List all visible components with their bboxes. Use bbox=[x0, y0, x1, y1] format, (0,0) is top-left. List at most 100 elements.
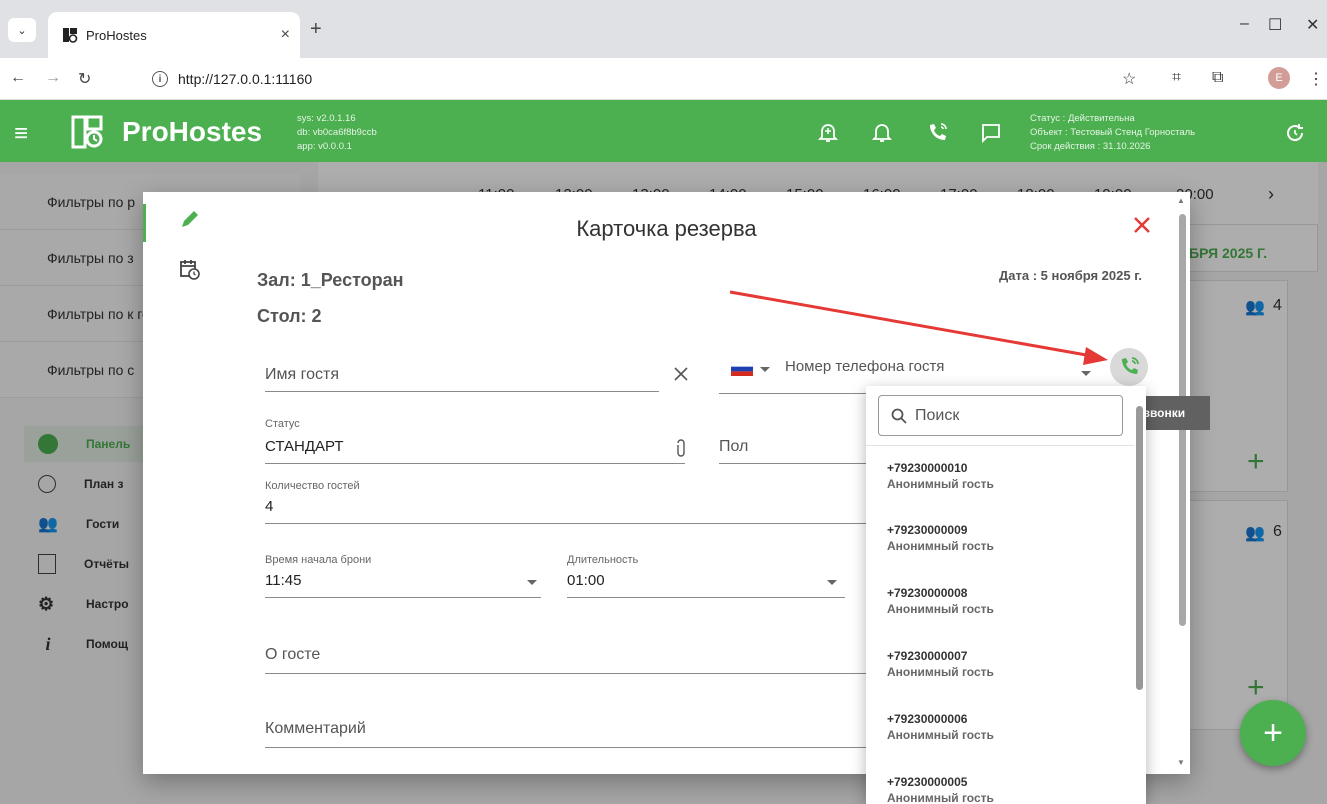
start-time-select[interactable]: Время начала брони 11:45 bbox=[265, 550, 541, 598]
duration-select[interactable]: Длительность 01:00 bbox=[567, 550, 845, 598]
comment-placeholder: Комментарий bbox=[265, 720, 366, 737]
scroll-up-icon[interactable]: ▲ bbox=[1177, 196, 1185, 205]
site-info-icon[interactable]: i bbox=[152, 71, 168, 87]
search-icon bbox=[891, 408, 907, 424]
search-placeholder: Поиск bbox=[915, 406, 960, 424]
list-item[interactable]: +79230000007 Анонимный гость bbox=[887, 648, 1127, 680]
url-text: http://127.0.0.1:11160 bbox=[178, 71, 313, 87]
about-guest-field[interactable]: О госте bbox=[265, 632, 885, 674]
refresh-icon[interactable] bbox=[1284, 122, 1306, 144]
browser-tab[interactable]: ProHostes × bbox=[48, 12, 300, 58]
start-time-label: Время начала брони bbox=[265, 554, 372, 566]
dropdown-search-input[interactable]: Поиск bbox=[878, 395, 1123, 436]
hall-label: Зал: 1_Ресторан bbox=[257, 270, 404, 290]
app-version: app: v0.0.0.1 bbox=[297, 141, 352, 152]
list-item[interactable]: +79230000006 Анонимный гость bbox=[887, 711, 1127, 743]
db-version: db: vb0ca6f8b9ccb bbox=[297, 127, 377, 138]
license-status: Статус : Действительна bbox=[1030, 113, 1135, 124]
modal-title: Карточка резерва bbox=[576, 216, 757, 241]
menu-icon[interactable]: ≡ bbox=[14, 120, 28, 148]
sys-version: sys: v2.0.1.16 bbox=[297, 113, 356, 124]
add-notification-icon[interactable] bbox=[818, 122, 838, 144]
new-tab-button[interactable]: + bbox=[310, 18, 322, 41]
call-history-button[interactable] bbox=[1110, 348, 1148, 386]
clear-icon[interactable] bbox=[673, 366, 689, 382]
scroll-down-icon[interactable]: ▼ bbox=[1177, 758, 1185, 767]
url-field[interactable]: i http://127.0.0.1:11160 bbox=[140, 64, 1150, 94]
notifications-icon[interactable] bbox=[872, 122, 892, 144]
reservation-date: Дата : 5 ноября 2025 г. bbox=[999, 268, 1142, 283]
chevron-down-icon[interactable] bbox=[827, 580, 837, 585]
phone-dropdown-caret-icon[interactable] bbox=[1081, 371, 1091, 376]
table-label: Стол: 2 bbox=[257, 306, 322, 326]
license-expiry: Срок действия : 31.10.2026 bbox=[1030, 141, 1151, 152]
guest-count-field[interactable]: Количество гостей 4 bbox=[265, 476, 885, 524]
item-name: Анонимный гость bbox=[887, 791, 994, 804]
maximize-icon[interactable]: ☐ bbox=[1268, 15, 1282, 35]
phone-placeholder: Номер телефона гостя bbox=[785, 358, 945, 375]
clipboard-icon[interactable] bbox=[675, 438, 687, 458]
guest-name-placeholder: Имя гостя bbox=[265, 366, 339, 383]
comment-field[interactable]: Комментарий bbox=[265, 706, 885, 748]
browser-tab-bar: ⌄ ProHostes × + – ☐ ✕ bbox=[0, 0, 1327, 58]
guest-count-label: Количество гостей bbox=[265, 480, 360, 492]
status-label: Статус bbox=[265, 418, 300, 430]
item-phone: +79230000005 bbox=[887, 775, 968, 789]
item-phone: +79230000006 bbox=[887, 712, 968, 726]
bookmark-star-icon[interactable]: ☆ bbox=[1122, 69, 1136, 89]
forward-icon[interactable]: → bbox=[45, 69, 61, 87]
close-window-icon[interactable]: ✕ bbox=[1306, 15, 1319, 35]
country-caret-icon[interactable] bbox=[760, 367, 770, 372]
item-phone: +79230000007 bbox=[887, 649, 968, 663]
item-phone: +79230000010 bbox=[887, 461, 968, 475]
calendar-clock-icon[interactable] bbox=[179, 258, 201, 280]
item-name: Анонимный гость bbox=[887, 728, 994, 742]
calls-icon[interactable] bbox=[926, 122, 948, 144]
start-time-value: 11:45 bbox=[265, 572, 302, 589]
close-tab-icon[interactable]: × bbox=[281, 26, 290, 44]
status-field[interactable]: Статус СТАНДАРТ bbox=[265, 416, 685, 464]
browser-menu-icon[interactable]: ⋮ bbox=[1308, 69, 1324, 89]
russia-flag-icon[interactable] bbox=[731, 362, 753, 376]
dropdown-scrollbar[interactable] bbox=[1136, 406, 1143, 690]
favicon-icon bbox=[63, 28, 78, 43]
list-item[interactable]: +79230000009 Анонимный гость bbox=[887, 522, 1127, 554]
duration-value: 01:00 bbox=[567, 572, 605, 589]
status-value: СТАНДАРТ bbox=[265, 438, 344, 455]
list-item[interactable]: +79230000005 Анонимный гость bbox=[887, 774, 1127, 804]
license-info: Статус : Действительна Объект : Тестовый… bbox=[1030, 112, 1195, 154]
list-item[interactable]: +79230000008 Анонимный гость bbox=[887, 585, 1127, 617]
minimize-icon[interactable]: – bbox=[1240, 15, 1249, 33]
item-name: Анонимный гость bbox=[887, 539, 994, 553]
extensions-icon[interactable]: ⧉ bbox=[1212, 69, 1223, 87]
duration-label: Длительность bbox=[567, 554, 639, 566]
back-icon[interactable]: ← bbox=[10, 69, 26, 87]
close-icon[interactable] bbox=[1131, 214, 1153, 236]
profile-avatar[interactable]: E bbox=[1268, 67, 1290, 89]
add-reservation-fab[interactable]: + bbox=[1240, 700, 1306, 766]
messages-icon[interactable] bbox=[980, 122, 1002, 144]
version-info: sys: v2.0.1.16 db: vb0ca6f8b9ccb app: v0… bbox=[297, 112, 377, 154]
reload-icon[interactable]: ↻ bbox=[78, 69, 91, 89]
gender-placeholder: Пол bbox=[719, 438, 749, 455]
address-bar: ← → ↻ i http://127.0.0.1:11160 ☆ ⌗ ⧉ E ⋮ bbox=[0, 58, 1327, 100]
tab-list-dropdown[interactable]: ⌄ bbox=[8, 18, 36, 42]
list-item[interactable]: +79230000010 Анонимный гость bbox=[887, 460, 1127, 492]
about-guest-placeholder: О госте bbox=[265, 646, 321, 663]
item-phone: +79230000009 bbox=[887, 523, 968, 537]
app-header: ≡ ProHostes sys: v2.0.1.16 db: vb0ca6f8b… bbox=[0, 100, 1327, 162]
gender-field[interactable]: Пол bbox=[719, 416, 879, 464]
phone-dropdown: Поиск +79230000010 Анонимный гость +7923… bbox=[866, 386, 1146, 804]
item-name: Анонимный гость bbox=[887, 665, 994, 679]
phone-callback-icon bbox=[1122, 357, 1139, 374]
item-name: Анонимный гость bbox=[887, 602, 994, 616]
logo-icon bbox=[71, 115, 103, 149]
item-name: Анонимный гость bbox=[887, 477, 994, 491]
screenshot-icon[interactable]: ⌗ bbox=[1172, 69, 1181, 87]
calls-tooltip: звонки bbox=[1140, 396, 1210, 430]
brand-name: ProHostes bbox=[122, 116, 263, 147]
license-object: Объект : Тестовый Стенд Горносталь bbox=[1030, 127, 1196, 138]
item-phone: +79230000008 bbox=[887, 586, 968, 600]
guest-name-field[interactable]: Имя гостя bbox=[265, 352, 659, 392]
chevron-down-icon[interactable] bbox=[527, 580, 537, 585]
